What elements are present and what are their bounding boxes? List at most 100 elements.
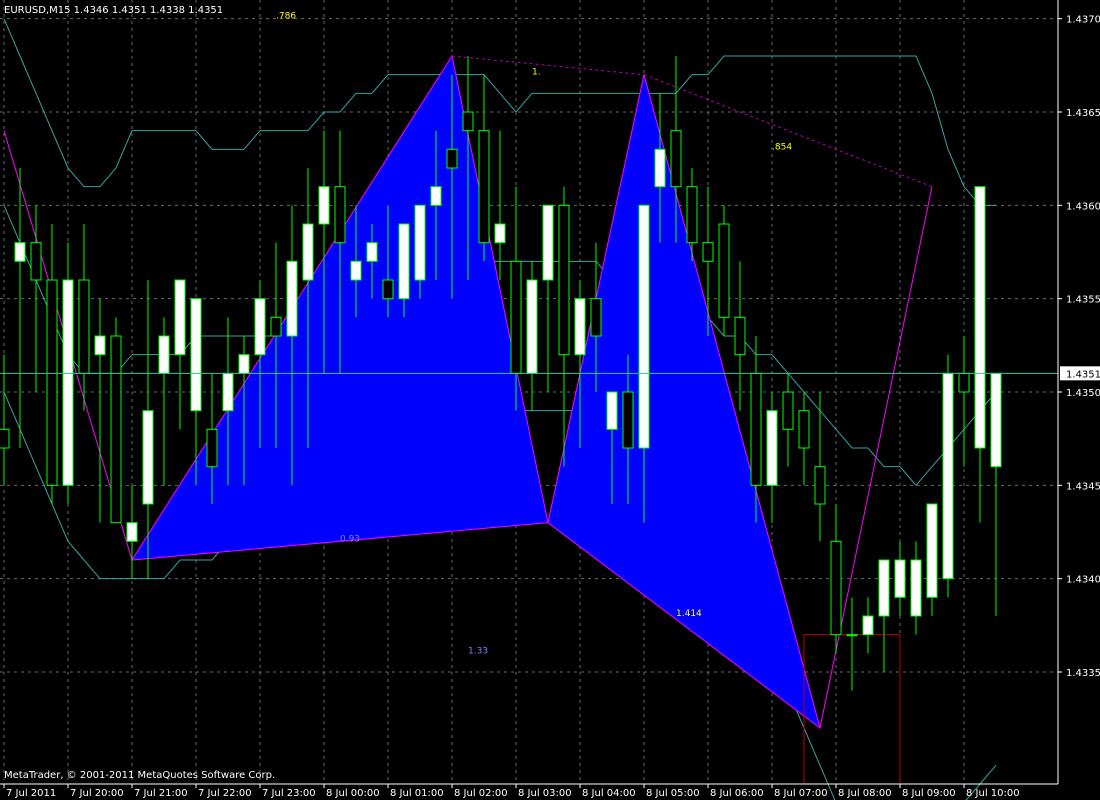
- candle-body: [830, 540, 842, 636]
- candle-body: [110, 335, 122, 524]
- time-tick-label: 7 Jul 21:00: [134, 788, 188, 799]
- candle-body: [526, 279, 538, 374]
- candle-body: [942, 372, 954, 580]
- candle-body: [766, 410, 778, 486]
- price-tick-label: 1.4360: [1066, 201, 1100, 212]
- candle-body: [990, 372, 1002, 468]
- time-tick-label: 7 Jul 23:00: [262, 788, 316, 799]
- candle-body: [158, 335, 170, 374]
- candle-body: [142, 410, 154, 505]
- candle-body: [638, 204, 650, 449]
- candle-body: [494, 223, 506, 244]
- fib-label: 0.93: [340, 534, 360, 544]
- pattern-leg: [819, 186, 933, 729]
- fib-label: 1.33: [468, 646, 488, 656]
- candle-body: [222, 372, 234, 412]
- candle-body: [654, 148, 666, 188]
- candle-body: [606, 391, 618, 430]
- time-tick-label: 8 Jul 08:00: [838, 788, 892, 799]
- candle-body: [302, 223, 314, 281]
- candle-body: [686, 186, 698, 244]
- copyright-text: MetaTrader, © 2001-2011 MetaQuotes Softw…: [4, 770, 275, 781]
- candle-body: [318, 186, 330, 225]
- candle-body: [94, 335, 106, 356]
- time-tick-label: 8 Jul 10:00: [966, 788, 1020, 799]
- candle-body: [430, 186, 442, 206]
- candle-body: [350, 260, 362, 281]
- time-tick-label: 8 Jul 06:00: [710, 788, 764, 799]
- time-tick-label: 8 Jul 00:00: [326, 788, 380, 799]
- fib-label: .786: [276, 12, 296, 22]
- time-tick-label: 8 Jul 04:00: [582, 788, 636, 799]
- candle-body: [238, 354, 250, 374]
- candle-body: [334, 186, 346, 244]
- grid-lines: [0, 0, 1058, 784]
- time-tick-label: 7 Jul 20:00: [70, 788, 124, 799]
- candle-body: [718, 223, 730, 318]
- candle-body: [894, 559, 906, 598]
- candle-body: [958, 372, 970, 393]
- time-tick-label: 8 Jul 03:00: [518, 788, 572, 799]
- pattern-dashed-leg: [643, 74, 933, 188]
- price-chart[interactable]: .786 1. .854 1.414 0.93 1.33 1.4370 1.4365 1.43…: [0, 0, 1100, 800]
- time-tick-label: 8 Jul 07:00: [774, 788, 828, 799]
- candle-body: [14, 242, 26, 262]
- candle-body: [30, 242, 42, 281]
- candle-body: [398, 223, 410, 300]
- chart-window[interactable]: .786 1. .854 1.414 0.93 1.33 1.4370 1.4365 1.43…: [0, 0, 1100, 800]
- price-tick-label: 1.4345: [1066, 481, 1100, 492]
- price-tick-label: 1.4370: [1066, 15, 1100, 26]
- price-tick-label: 1.4350: [1066, 388, 1100, 399]
- candle-body: [558, 204, 570, 356]
- candle-body: [750, 372, 762, 486]
- current-price-label: 1.4351: [1066, 369, 1100, 380]
- candle-body: [542, 204, 554, 281]
- candle-body: [190, 298, 202, 412]
- symbol-header: EURUSD,M15 1.4346 1.4351 1.4338 1.4351: [4, 5, 223, 16]
- candle-body: [78, 279, 90, 374]
- candle-body: [0, 428, 10, 449]
- time-tick-label: 8 Jul 01:00: [390, 788, 444, 799]
- pattern-triangle-cde: [547, 74, 821, 730]
- candle-body: [254, 298, 266, 356]
- candle-body: [862, 615, 874, 636]
- candle-body: [126, 522, 138, 542]
- candle-body: [574, 298, 586, 356]
- time-tick-label: 8 Jul 05:00: [646, 788, 700, 799]
- fib-label: 1.: [532, 68, 541, 78]
- candle-body: [206, 428, 218, 468]
- candle-body: [622, 391, 634, 449]
- candle-body: [798, 410, 810, 449]
- candle-body: [478, 130, 490, 244]
- candle-body: [670, 130, 682, 188]
- candle-body: [814, 466, 826, 505]
- candle-body: [366, 242, 378, 262]
- candle-body: [174, 279, 186, 356]
- pattern-dashed-leg: [451, 55, 645, 76]
- candle-body: [910, 559, 922, 617]
- candle-body: [702, 242, 714, 262]
- candle-body: [62, 279, 74, 486]
- fib-label: 1.414: [676, 609, 702, 619]
- price-tick-label: 1.4365: [1066, 108, 1100, 119]
- candle-body: [510, 260, 522, 374]
- time-tick-label: 8 Jul 09:00: [902, 788, 956, 799]
- candle-body: [414, 204, 426, 281]
- candle-body: [446, 148, 458, 169]
- candle-body: [462, 111, 474, 132]
- price-tick-label: 1.4340: [1066, 575, 1100, 586]
- candle-body: [734, 316, 746, 356]
- candle-body: [590, 298, 602, 337]
- candle-body: [270, 316, 282, 337]
- candle-body: [286, 260, 298, 337]
- candle-body: [46, 279, 58, 486]
- price-tick-label: 1.4335: [1066, 668, 1100, 679]
- price-tick-label: 1.4355: [1066, 295, 1100, 306]
- fib-label: .854: [772, 142, 792, 152]
- candle-body: [382, 279, 394, 300]
- time-axis: 7 Jul 2011 7 Jul 20:00 7 Jul 21:00 7 Jul 22…: [0, 783, 1058, 799]
- candle-body: [782, 391, 794, 430]
- candle-body: [846, 634, 858, 637]
- candle-body: [974, 186, 986, 449]
- time-tick-label: 8 Jul 02:00: [454, 788, 508, 799]
